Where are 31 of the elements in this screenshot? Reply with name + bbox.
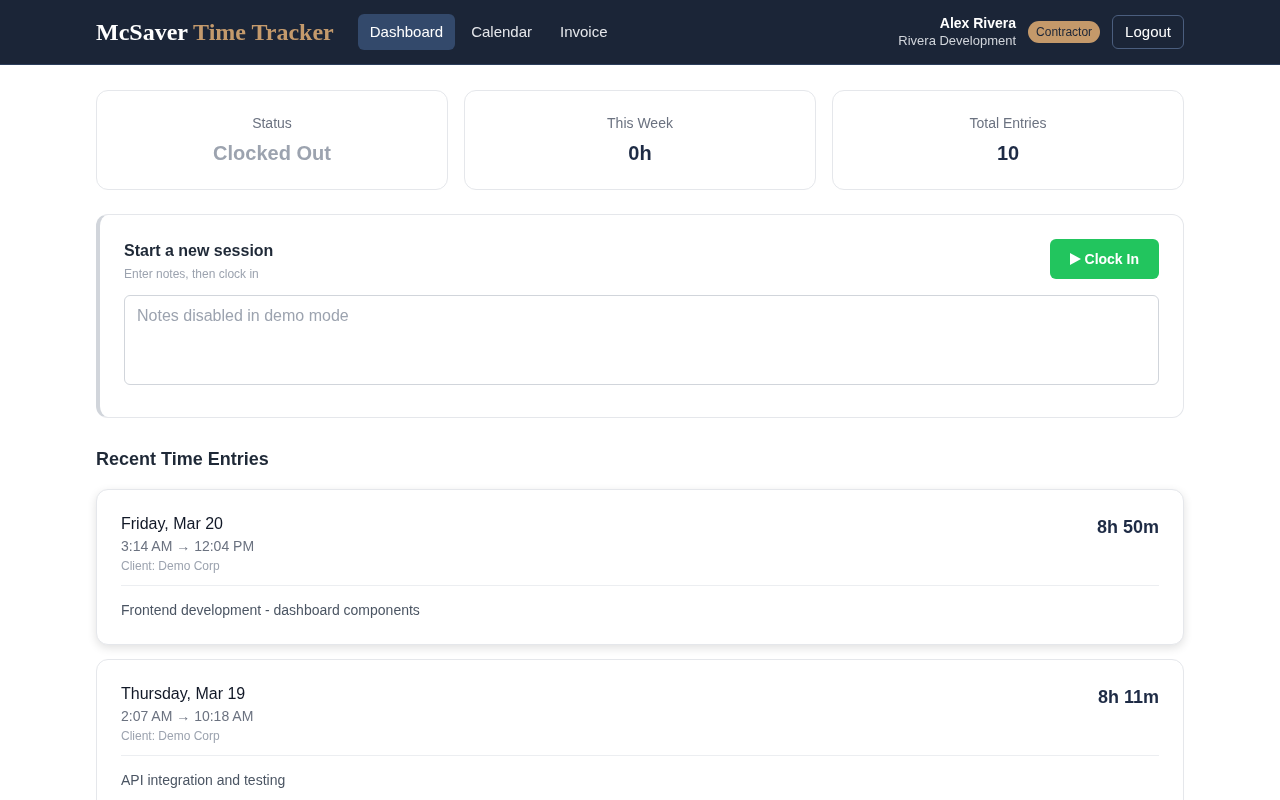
logout-button[interactable]: Logout — [1112, 15, 1184, 49]
session-hint: Enter notes, then clock in — [124, 266, 260, 283]
stat-label: Status — [252, 113, 292, 133]
section-heading: Recent Time Entries — [96, 448, 270, 471]
stat-value: 10 — [996, 140, 1020, 166]
entry-notes: API integration and testing — [121, 772, 286, 788]
entry-duration: 8h 11m — [1097, 686, 1159, 709]
entry-date: Thursday, Mar 19 — [121, 684, 247, 704]
notes-field[interactable]: Notes disabled in demo mode — [124, 295, 1159, 385]
entry-time-range: 3:14 AM → 12:04 PM — [121, 537, 255, 556]
time-entry-card[interactable]: Friday, Mar 20 3:14 AM → 12:04 PM Client: Demo Corp 8h 50m Frontend development - dashboard components — [96, 489, 1184, 645]
stat-label: This Week — [607, 113, 673, 133]
time-entry-card[interactable]: Thursday, Mar 19 2:07 AM → 10:18 AM Client: Demo Corp 8h 11m API integration and testing — [96, 659, 1184, 800]
entry-date: Friday, Mar 20 — [121, 514, 224, 534]
nav-tab[interactable]: Invoice — [548, 14, 620, 50]
entry-client: Client: Demo Corp — [121, 558, 221, 575]
entry-duration: 8h 50m — [1096, 516, 1159, 539]
play-icon — [1069, 253, 1081, 265]
stat-label: Total Entries — [969, 113, 1047, 133]
company-name: Rivera Development — [898, 32, 1017, 49]
session-title: Start a new session — [124, 241, 274, 261]
user-name: Alex Rivera — [939, 15, 1017, 33]
entry-client: Client: Demo Corp — [121, 728, 221, 745]
nav-tab[interactable]: Calendar — [459, 14, 544, 50]
role-badge: Contractor — [1028, 21, 1101, 43]
stat-value: 0h — [628, 140, 652, 166]
entry-notes: Frontend development - dashboard components — [121, 602, 420, 618]
entry-time-range: 2:07 AM → 10:18 AM — [121, 707, 254, 726]
app-logo[interactable]: McSaver Time Tracker — [96, 14, 334, 50]
stat-value: Clocked Out — [213, 140, 331, 166]
nav-tab[interactable]: Dashboard — [357, 14, 456, 50]
